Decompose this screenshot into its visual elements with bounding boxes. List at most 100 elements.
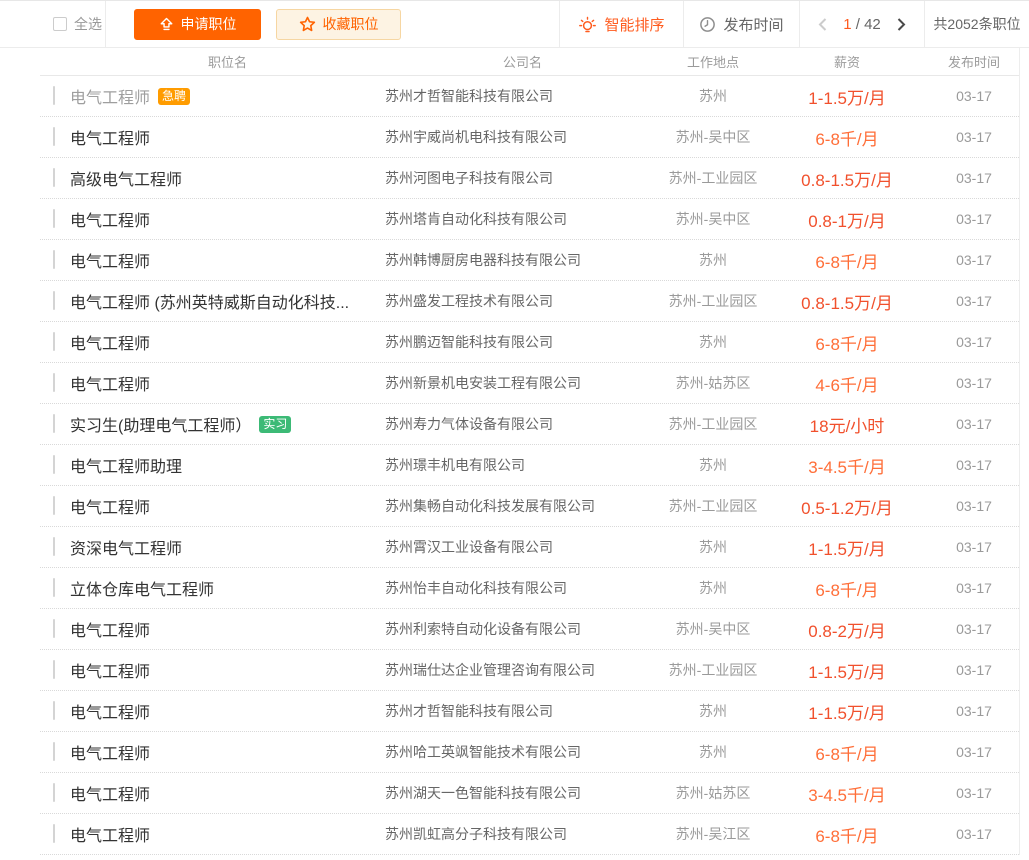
job-title-link[interactable]: 电气工程师 (70, 781, 150, 805)
company-link[interactable]: 苏州塔肯自动化科技有限公司 (385, 209, 660, 229)
job-salary: 1-1.5万/月 (766, 699, 928, 724)
row-checkbox[interactable] (53, 86, 55, 105)
job-title-link[interactable]: 立体仓库电气工程师 (70, 576, 214, 600)
job-location: 苏州 (660, 578, 766, 598)
row-checkbox[interactable] (53, 742, 55, 761)
sort-by-time-button[interactable]: 发布时间 (684, 1, 799, 47)
job-title-link[interactable]: 电气工程师 (70, 617, 150, 641)
apply-jobs-label: 申请职位 (181, 14, 237, 34)
company-link[interactable]: 苏州盛发工程技术有限公司 (385, 291, 660, 311)
row-checkbox[interactable] (53, 619, 55, 638)
row-checkbox[interactable] (53, 332, 55, 351)
company-link[interactable]: 苏州韩博厨房电器科技有限公司 (385, 250, 660, 270)
job-salary: 1-1.5万/月 (766, 84, 928, 109)
job-title-link[interactable]: 资深电气工程师 (70, 535, 182, 559)
select-all[interactable]: 全选 (0, 1, 105, 47)
job-title-link[interactable]: 电气工程师 (70, 822, 150, 846)
company-link[interactable]: 苏州湖天一色智能科技有限公司 (385, 783, 660, 803)
publish-date: 03-17 (928, 621, 1020, 637)
company-link[interactable]: 苏州新景机电安装工程有限公司 (385, 373, 660, 393)
company-link[interactable]: 苏州河图电子科技有限公司 (385, 168, 660, 188)
row-checkbox[interactable] (53, 209, 55, 228)
job-title-link[interactable]: 电气工程师 (70, 330, 150, 354)
select-all-label[interactable]: 全选 (74, 14, 102, 34)
job-row: 资深电气工程师 苏州霄汉工业设备有限公司 苏州 1-1.5万/月 03-17 (40, 527, 1019, 568)
publish-date: 03-17 (928, 129, 1020, 145)
row-checkbox[interactable] (53, 537, 55, 556)
company-link[interactable]: 苏州哈工英飒智能技术有限公司 (385, 742, 660, 762)
company-link[interactable]: 苏州凯虹高分子科技有限公司 (385, 824, 660, 844)
row-checkbox[interactable] (53, 250, 55, 269)
job-title-link[interactable]: 电气工程师助理 (70, 453, 182, 477)
favorite-jobs-button[interactable]: 收藏职位 (276, 9, 401, 40)
job-location: 苏州 (660, 86, 766, 106)
job-salary: 0.5-1.2万/月 (766, 494, 928, 519)
row-checkbox[interactable] (53, 291, 55, 310)
job-salary: 0.8-2万/月 (766, 617, 928, 642)
sort-by-time-label: 发布时间 (723, 14, 783, 35)
row-checkbox[interactable] (53, 168, 55, 187)
job-location: 苏州-工业园区 (660, 496, 766, 516)
row-checkbox[interactable] (53, 496, 55, 515)
publish-date: 03-17 (928, 211, 1020, 227)
job-title-link[interactable]: 电气工程师 (苏州英特威斯自动化科技... (70, 289, 349, 313)
job-title-link[interactable]: 电气工程师 (70, 207, 150, 231)
publish-date: 03-17 (928, 334, 1020, 350)
job-title-link[interactable]: 电气工程师 (70, 494, 150, 518)
job-location: 苏州 (660, 742, 766, 762)
chevron-left-icon (817, 17, 828, 32)
row-checkbox[interactable] (53, 660, 55, 679)
toolbar: 全选 申请职位 收藏职位 智能排序 (0, 0, 1029, 48)
job-row: 电气工程师 苏州韩博厨房电器科技有限公司 苏州 6-8千/月 03-17 (40, 240, 1019, 281)
company-link[interactable]: 苏州瑞仕达企业管理咨询有限公司 (385, 660, 660, 680)
job-title-link[interactable]: 电气工程师 (70, 699, 150, 723)
favorite-jobs-label: 收藏职位 (323, 14, 379, 34)
job-location: 苏州 (660, 701, 766, 721)
company-link[interactable]: 苏州利索特自动化设备有限公司 (385, 619, 660, 639)
row-checkbox[interactable] (53, 701, 55, 720)
publish-date: 03-17 (928, 703, 1020, 719)
prev-page-button[interactable] (817, 17, 828, 32)
job-title-link[interactable]: 电气工程师 (70, 248, 150, 272)
page-separator: / (852, 16, 865, 33)
job-location: 苏州-工业园区 (660, 291, 766, 311)
company-link[interactable]: 苏州宇威尚机电科技有限公司 (385, 127, 660, 147)
company-link[interactable]: 苏州鹏迈智能科技有限公司 (385, 332, 660, 352)
row-checkbox[interactable] (53, 373, 55, 392)
row-checkbox[interactable] (53, 824, 55, 843)
job-title-link[interactable]: 电气工程师 (70, 371, 150, 395)
job-row: 高级电气工程师 苏州河图电子科技有限公司 苏州-工业园区 0.8-1.5万/月 … (40, 158, 1019, 199)
company-link[interactable]: 苏州霄汉工业设备有限公司 (385, 537, 660, 557)
publish-date: 03-17 (928, 293, 1020, 309)
row-checkbox[interactable] (53, 414, 55, 433)
apply-jobs-button[interactable]: 申请职位 (134, 9, 261, 40)
page-indicator: 1 / 42 (843, 16, 881, 33)
job-title-link[interactable]: 电气工程师 (70, 740, 150, 764)
company-link[interactable]: 苏州才哲智能科技有限公司 (385, 86, 660, 106)
job-row: 立体仓库电气工程师 苏州怡丰自动化科技有限公司 苏州 6-8千/月 03-17 (40, 568, 1019, 609)
next-page-button[interactable] (896, 17, 907, 32)
job-salary: 18元/小时 (766, 412, 928, 437)
job-title-link[interactable]: 电气工程师 (70, 658, 150, 682)
row-checkbox[interactable] (53, 127, 55, 146)
row-checkbox[interactable] (53, 783, 55, 802)
row-checkbox[interactable] (53, 578, 55, 597)
company-link[interactable]: 苏州集畅自动化科技发展有限公司 (385, 496, 660, 516)
select-all-checkbox[interactable] (53, 17, 67, 31)
job-location: 苏州-姑苏区 (660, 373, 766, 393)
column-header: 公司名 (385, 52, 660, 71)
job-title-link[interactable]: 高级电气工程师 (70, 166, 182, 190)
company-link[interactable]: 苏州才哲智能科技有限公司 (385, 701, 660, 721)
smart-sort-button[interactable]: 智能排序 (560, 1, 683, 47)
pagination: 1 / 42 (800, 1, 924, 47)
company-link[interactable]: 苏州怡丰自动化科技有限公司 (385, 578, 660, 598)
company-link[interactable]: 苏州寿力气体设备有限公司 (385, 414, 660, 434)
job-title-link[interactable]: 实习生(助理电气工程师） (70, 412, 251, 436)
job-salary: 0.8-1万/月 (766, 207, 928, 232)
company-link[interactable]: 苏州璟丰机电有限公司 (385, 455, 660, 475)
job-title-link[interactable]: 电气工程师 (70, 84, 150, 108)
job-row: 实习生(助理电气工程师） 实习 苏州寿力气体设备有限公司 苏州-工业园区 18元… (40, 404, 1019, 445)
job-title-link[interactable]: 电气工程师 (70, 125, 150, 149)
publish-date: 03-17 (928, 498, 1020, 514)
row-checkbox[interactable] (53, 455, 55, 474)
